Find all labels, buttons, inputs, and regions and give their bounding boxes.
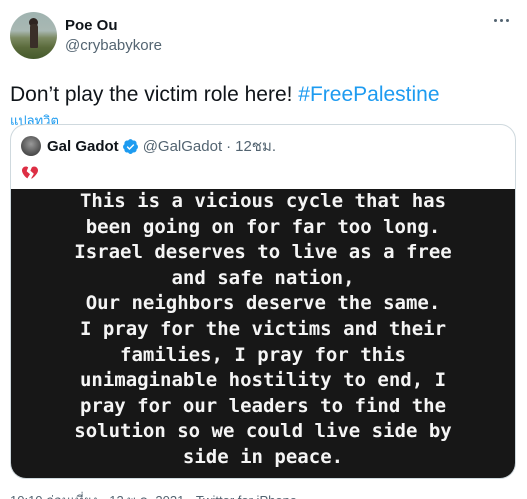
quoted-tweet[interactable]: Gal Gadot @GalGadot · 12ชม. This is a vi… [10, 124, 516, 479]
quoted-author-name: Gal Gadot [47, 137, 119, 155]
quoted-author-handle: @GalGadot [142, 137, 223, 155]
tweet-text: Don’t play the victim role here! #FreePa… [10, 82, 517, 108]
tweet-container: Poe Ou @crybabykore Don’t play the victi… [0, 0, 527, 499]
tweet-header: Poe Ou @crybabykore [10, 12, 517, 62]
broken-heart-emoji-icon [22, 166, 38, 179]
story-image: This is a vicious cycle that has been goi… [11, 189, 515, 478]
story-line: families, I pray for this [120, 343, 406, 366]
author-names: Poe Ou @crybabykore [65, 16, 162, 56]
story-line: and safe nation, [171, 266, 355, 289]
story-line: solution so we could live side by [74, 420, 452, 443]
quoted-tweet-header: Gal Gadot @GalGadot · 12ชม. [11, 125, 515, 157]
story-line: Our neighbors deserve the same. [85, 292, 441, 315]
story-line: I pray for the victims and their [79, 317, 447, 340]
tweet-footer-meta: 10:10 ก่อนเที่ยง · 12 พ.ค. 2021 · Twitte… [10, 490, 297, 499]
verified-badge-icon [122, 138, 138, 154]
hashtag-link[interactable]: #FreePalestine [298, 83, 439, 106]
tweet-body: Don’t play the victim role here! [10, 83, 299, 106]
story-line: This is a vicious cycle that has [79, 190, 447, 212]
author-handle[interactable]: @crybabykore [65, 36, 162, 56]
more-options-icon[interactable] [489, 12, 513, 28]
quoted-tweet-time: 12ชม. [235, 138, 277, 155]
story-line: Israel deserves to live as a free [74, 241, 452, 264]
story-text: This is a vicious cycle that has been goi… [11, 189, 515, 471]
quoted-author-avatar [21, 136, 41, 156]
story-line: unimaginable hostility to end, I [79, 369, 447, 392]
story-line: been going on for far too long. [85, 215, 441, 238]
separator-dot: · [226, 137, 232, 155]
broken-heart-icon [11, 157, 515, 187]
author-display-name[interactable]: Poe Ou [65, 16, 162, 36]
story-line: pray for our leaders to find the [79, 394, 447, 417]
author-avatar[interactable] [10, 12, 57, 59]
story-line: side in peace. [182, 445, 344, 468]
